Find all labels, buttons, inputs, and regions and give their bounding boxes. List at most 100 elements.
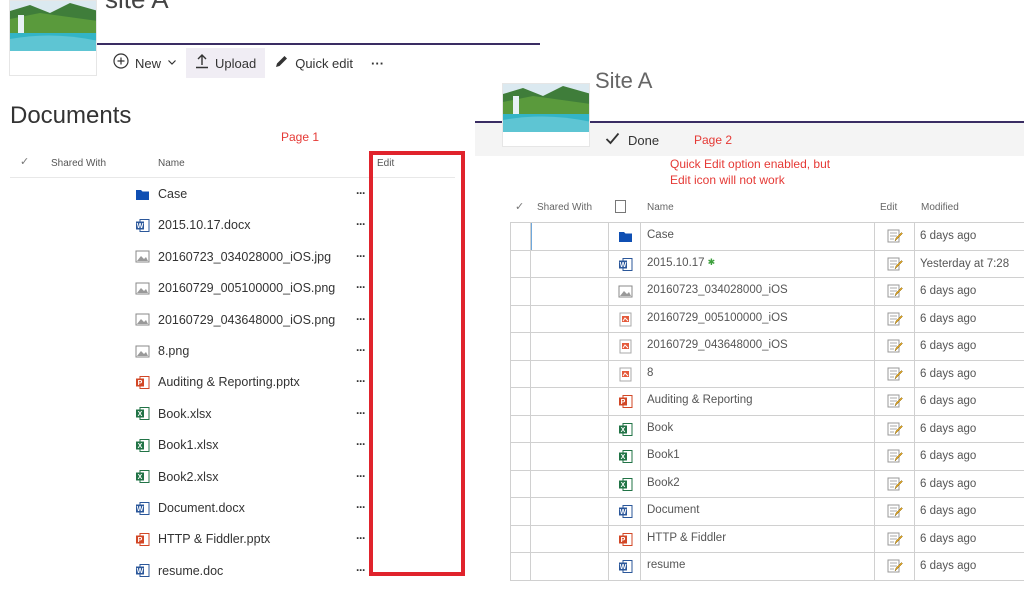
- shared-with-cell[interactable]: [531, 388, 609, 415]
- list-item[interactable]: 8.png: [135, 341, 375, 361]
- list-item[interactable]: P Auditing & Reporting.pptx: [135, 372, 375, 392]
- row-select-cell[interactable]: [510, 498, 531, 525]
- shared-with-cell[interactable]: [531, 333, 609, 360]
- column-header-name[interactable]: Name: [647, 202, 674, 213]
- name-cell[interactable]: 8: [641, 360, 875, 387]
- name-cell[interactable]: resume: [641, 553, 875, 580]
- file-name-link[interactable]: 20160729_043648000_iOS.png: [158, 313, 335, 327]
- column-header-modified[interactable]: Modified: [921, 202, 959, 213]
- table-row[interactable]: 20160723_034028000_iOS 6 days ago: [510, 278, 1024, 306]
- column-header-shared-with[interactable]: Shared With: [51, 158, 106, 169]
- shared-with-cell[interactable]: [531, 250, 609, 277]
- new-button[interactable]: New: [104, 48, 186, 78]
- edit-properties-icon[interactable]: [887, 422, 903, 436]
- file-name-link[interactable]: HTTP & Fiddler.pptx: [158, 532, 270, 546]
- list-item[interactable]: Case: [135, 184, 375, 204]
- modified-cell[interactable]: 6 days ago: [915, 498, 1024, 525]
- row-select-cell[interactable]: [510, 333, 531, 360]
- row-select-cell[interactable]: [510, 415, 531, 442]
- edit-cell[interactable]: [875, 388, 915, 415]
- modified-cell[interactable]: 6 days ago: [915, 388, 1024, 415]
- more-options-ellipsis-icon[interactable]: ···: [356, 186, 366, 200]
- edit-properties-icon[interactable]: [887, 257, 903, 271]
- upload-button[interactable]: Upload: [186, 48, 266, 78]
- edit-properties-icon[interactable]: [887, 559, 903, 573]
- modified-cell[interactable]: 6 days ago: [915, 361, 1024, 388]
- edit-cell[interactable]: [875, 415, 915, 442]
- name-cell[interactable]: Document: [641, 498, 875, 525]
- more-options-ellipsis-icon[interactable]: ···: [356, 312, 366, 326]
- column-header-edit[interactable]: Edit: [880, 202, 897, 213]
- shared-with-cell[interactable]: [531, 360, 609, 387]
- edit-cell[interactable]: [875, 470, 915, 497]
- quick-edit-button[interactable]: Quick edit: [265, 48, 362, 78]
- edit-cell[interactable]: [875, 333, 915, 360]
- row-select-cell[interactable]: [510, 470, 531, 497]
- name-cell[interactable]: 20160729_043648000_iOS: [641, 333, 875, 360]
- list-item[interactable]: 20160723_034028000_iOS.jpg: [135, 247, 375, 267]
- document-type-icon[interactable]: [615, 200, 626, 213]
- name-cell[interactable]: Case: [641, 223, 875, 250]
- edit-properties-icon[interactable]: [887, 367, 903, 381]
- more-options-ellipsis-icon[interactable]: ···: [356, 531, 366, 545]
- row-select-cell[interactable]: [510, 250, 531, 277]
- file-name-link[interactable]: Document.docx: [158, 501, 245, 515]
- more-commands-button[interactable]: ···: [362, 48, 393, 78]
- list-item[interactable]: Wresume.doc: [135, 561, 375, 581]
- row-select-cell[interactable]: [510, 223, 531, 250]
- name-cell[interactable]: 2015.10.17 ✱: [641, 250, 875, 277]
- edit-properties-icon[interactable]: [887, 449, 903, 463]
- table-row[interactable]: X Book1 6 days ago: [510, 443, 1024, 471]
- row-select-cell[interactable]: [510, 553, 531, 580]
- edit-cell[interactable]: [875, 525, 915, 552]
- modified-cell[interactable]: 6 days ago: [915, 553, 1024, 580]
- table-row[interactable]: W Document 6 days ago: [510, 498, 1024, 526]
- modified-cell[interactable]: 6 days ago: [915, 333, 1024, 360]
- modified-cell[interactable]: 6 days ago: [915, 416, 1024, 443]
- table-row[interactable]: W 2015.10.17 ✱ Yesterday at 7:28: [510, 250, 1024, 278]
- more-options-ellipsis-icon[interactable]: ···: [356, 217, 366, 231]
- modified-cell[interactable]: Yesterday at 7:28: [915, 251, 1024, 278]
- select-all-check-icon[interactable]: ✓: [20, 155, 29, 168]
- more-options-ellipsis-icon[interactable]: ···: [356, 280, 366, 294]
- more-options-ellipsis-icon[interactable]: ···: [356, 374, 366, 388]
- file-name-link[interactable]: 20160723_034028000_iOS.jpg: [158, 250, 331, 264]
- modified-cell[interactable]: 6 days ago: [915, 278, 1024, 305]
- edit-cell[interactable]: [875, 443, 915, 470]
- file-name-link[interactable]: 8.png: [158, 344, 189, 358]
- table-row[interactable]: 8 6 days ago: [510, 360, 1024, 388]
- name-cell[interactable]: Auditing & Reporting: [641, 388, 875, 415]
- edit-cell[interactable]: [875, 305, 915, 332]
- row-select-cell[interactable]: [510, 525, 531, 552]
- edit-properties-icon[interactable]: [887, 477, 903, 491]
- shared-with-cell[interactable]: [531, 443, 609, 470]
- page2-site-logo[interactable]: [502, 83, 590, 147]
- edit-properties-icon[interactable]: [887, 312, 903, 326]
- edit-properties-icon[interactable]: [887, 394, 903, 408]
- file-name-link[interactable]: Auditing & Reporting.pptx: [158, 375, 300, 389]
- file-name-link[interactable]: 2015.10.17.docx: [158, 218, 250, 232]
- edit-cell[interactable]: [875, 553, 915, 580]
- table-row[interactable]: 20160729_005100000_iOS 6 days ago: [510, 305, 1024, 333]
- edit-cell[interactable]: [875, 278, 915, 305]
- list-item[interactable]: X Book1.xlsx: [135, 435, 375, 455]
- file-name-link[interactable]: Book1.xlsx: [158, 438, 218, 452]
- shared-with-cell[interactable]: [531, 525, 609, 552]
- edit-properties-icon[interactable]: [887, 284, 903, 298]
- modified-cell[interactable]: 6 days ago: [915, 223, 1024, 250]
- name-cell[interactable]: Book: [641, 415, 875, 442]
- shared-with-cell[interactable]: [531, 553, 609, 580]
- table-row[interactable]: Case 6 days ago: [510, 223, 1024, 251]
- site-logo[interactable]: [9, 0, 97, 76]
- column-header-name[interactable]: Name: [158, 158, 185, 169]
- row-select-cell[interactable]: [510, 278, 531, 305]
- edit-cell[interactable]: [875, 223, 915, 250]
- edit-properties-icon[interactable]: [887, 504, 903, 518]
- row-select-cell[interactable]: [510, 443, 531, 470]
- more-options-ellipsis-icon[interactable]: ···: [356, 469, 366, 483]
- edit-cell[interactable]: [875, 360, 915, 387]
- shared-with-cell[interactable]: [531, 278, 609, 305]
- shared-with-cell[interactable]: [531, 470, 609, 497]
- edit-properties-icon[interactable]: [887, 532, 903, 546]
- list-item[interactable]: X Book.xlsx: [135, 404, 375, 424]
